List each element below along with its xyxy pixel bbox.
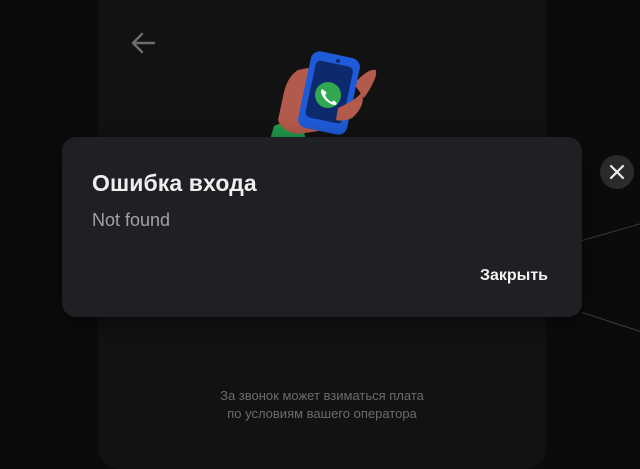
- background-line: [581, 222, 640, 241]
- footnote-line-1: За звонок может взиматься плата: [220, 388, 424, 403]
- footnote-line-2: по условиям вашего оператора: [227, 406, 417, 421]
- close-dialog-button[interactable]: [600, 155, 634, 189]
- dialog-message: Not found: [92, 210, 171, 230]
- phone-call-hand-icon: [270, 51, 377, 140]
- call-cost-footnote: За звонок может взиматься плата по услов…: [98, 387, 546, 423]
- dialog-title: Ошибка входа: [92, 170, 257, 196]
- close-icon: [609, 164, 625, 180]
- phone-call-illustration: [268, 48, 380, 140]
- background-line: [581, 312, 640, 333]
- error-dialog: Ошибка входа Not found Закрыть: [62, 137, 582, 317]
- close-button[interactable]: Закрыть: [480, 267, 548, 285]
- back-button[interactable]: [127, 29, 159, 57]
- arrow-left-icon: [131, 32, 156, 54]
